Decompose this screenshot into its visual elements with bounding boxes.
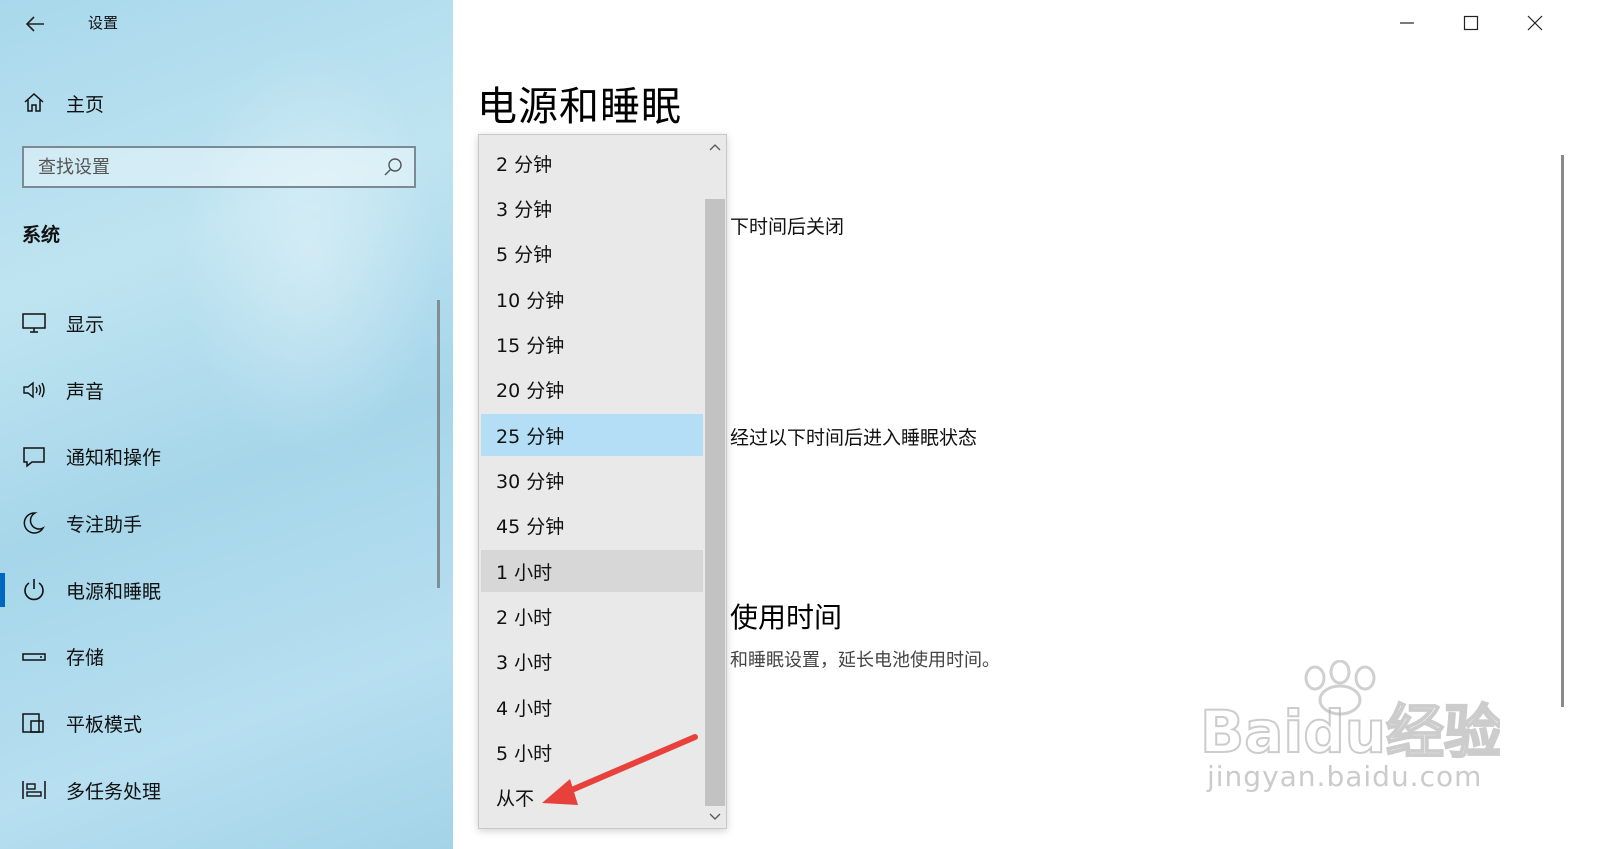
dropdown-option-hovered[interactable]: 1 小时 [481, 550, 703, 592]
sidebar-item-label: 存储 [66, 647, 105, 670]
maximize-button[interactable] [1454, 6, 1488, 40]
search-icon[interactable] [378, 152, 408, 182]
dropdown-option[interactable]: 4 小时 [481, 686, 703, 728]
sleep-label: 经过以下时间后进入睡眠状态 [730, 427, 978, 449]
monitor-icon [20, 309, 48, 337]
page-title: 电源和睡眠 [477, 84, 682, 130]
back-arrow-icon [25, 16, 44, 32]
multitask-icon [20, 776, 48, 804]
sidebar-nav: 显示 声音 通知和操作 专注助手 电源和睡眠 存储 平板模式 多任务处理 [0, 290, 440, 824]
close-button[interactable] [1518, 6, 1552, 40]
dropdown-option[interactable]: 15 分钟 [481, 323, 703, 365]
power-icon [20, 576, 48, 604]
sidebar-item-label: 声音 [66, 380, 105, 403]
chevron-down-icon [709, 813, 721, 820]
sidebar-item-multitasking[interactable]: 多任务处理 [0, 757, 440, 824]
minimize-icon [1400, 22, 1414, 24]
sidebar-home-label: 主页 [66, 93, 105, 116]
dropdown-option[interactable]: 2 小时 [481, 595, 703, 637]
section-header: 系统 [22, 224, 61, 246]
battery-heading: 使用时间 [730, 601, 843, 634]
sidebar-item-sound[interactable]: 声音 [0, 357, 440, 424]
sidebar-item-label: 平板模式 [66, 713, 143, 736]
search-input[interactable] [24, 148, 378, 186]
sidebar-item-display[interactable]: 显示 [0, 290, 440, 357]
sidebar-item-notifications[interactable]: 通知和操作 [0, 423, 440, 490]
back-button[interactable] [22, 10, 50, 38]
close-icon [1527, 15, 1543, 31]
dropdown-option[interactable]: 20 分钟 [481, 368, 703, 410]
search-box[interactable] [22, 146, 416, 188]
annotation-arrow-icon [542, 734, 698, 805]
dropdown-option[interactable]: 3 分钟 [481, 187, 703, 229]
sidebar-scrollbar[interactable] [437, 300, 440, 588]
dropdown-option[interactable]: 10 分钟 [481, 278, 703, 320]
sidebar-item-focus-assist[interactable]: 专注助手 [0, 490, 440, 557]
sidebar-item-label: 通知和操作 [66, 447, 162, 470]
main-scrollbar[interactable] [1561, 155, 1564, 707]
sidebar-item-storage[interactable]: 存储 [0, 623, 440, 690]
sidebar-item-tablet-mode[interactable]: 平板模式 [0, 690, 440, 757]
screen-off-label: 下时间后关闭 [730, 216, 845, 238]
sidebar-item-label: 显示 [66, 313, 105, 336]
sidebar-item-home[interactable]: 主页 [20, 86, 420, 120]
dropdown-option[interactable]: 3 小时 [481, 640, 703, 682]
sidebar-item-label: 专注助手 [66, 513, 143, 536]
battery-description: 和睡眠设置，延长电池使用时间。 [730, 650, 1000, 671]
watermark-url: jingyan.baidu.com [1207, 760, 1483, 793]
storage-icon [20, 643, 48, 671]
speaker-icon [20, 376, 48, 404]
sidebar-item-label: 电源和睡眠 [66, 580, 162, 603]
dropdown-scroll-thumb[interactable] [705, 199, 725, 806]
home-icon [20, 89, 48, 117]
moon-icon [20, 509, 48, 537]
dropdown-option[interactable]: 45 分钟 [481, 504, 703, 546]
dropdown-option[interactable]: 5 分钟 [481, 232, 703, 274]
sidebar-item-label: 多任务处理 [66, 780, 162, 803]
notification-icon [20, 443, 48, 471]
dropdown-option[interactable]: 30 分钟 [481, 459, 703, 501]
sidebar: 设置 主页 系统 显示 声音 [0, 0, 453, 849]
window-title: 设置 [88, 14, 119, 32]
scroll-up-button[interactable] [705, 137, 725, 157]
dropdown-option[interactable]: 2 分钟 [481, 142, 703, 184]
sidebar-item-power-sleep[interactable]: 电源和睡眠 [0, 557, 440, 624]
minimize-button[interactable] [1390, 6, 1424, 40]
maximize-icon [1463, 15, 1479, 31]
tablet-icon [20, 709, 48, 737]
svg-text:Baidu经验: Baidu经验 [1200, 698, 1500, 766]
dropdown-option-selected[interactable]: 25 分钟 [481, 414, 703, 456]
chevron-up-icon [709, 144, 721, 151]
